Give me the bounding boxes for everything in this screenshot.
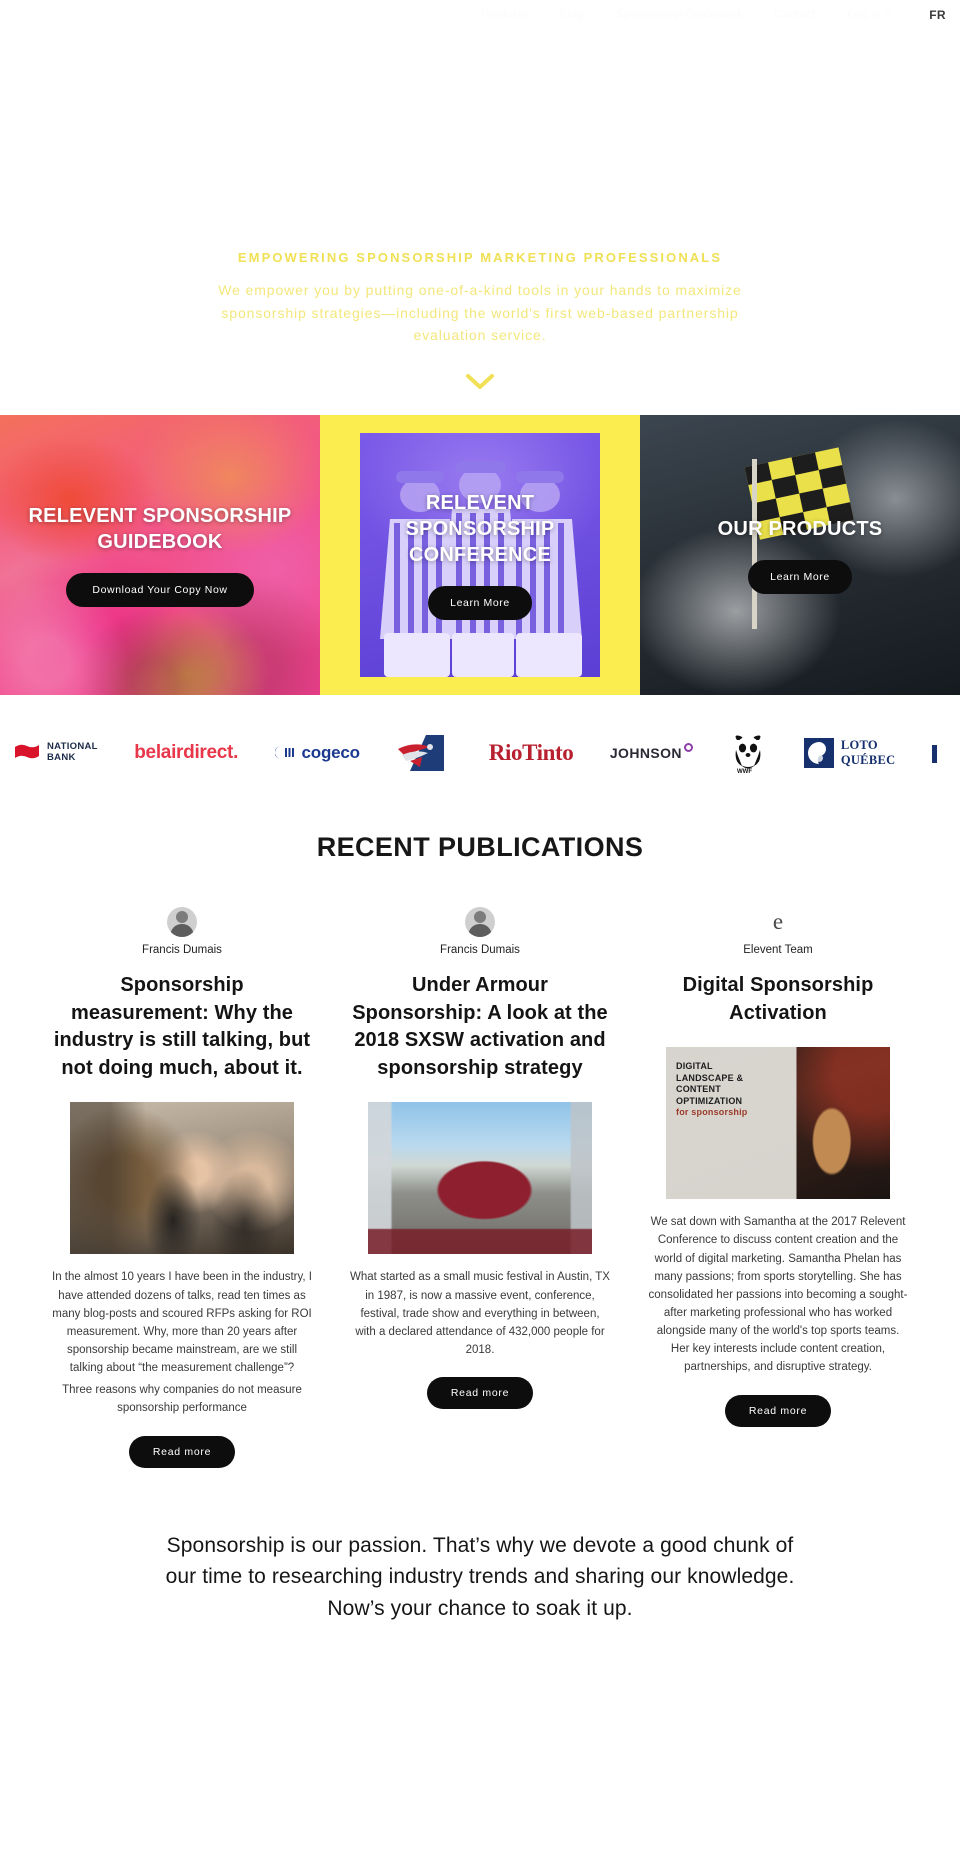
publications-grid: Francis Dumais Sponsorship measurement: … bbox=[0, 907, 960, 1468]
site-header: Products Blog Sponsorship Guidebook Cont… bbox=[0, 0, 960, 30]
caption-line-2: LANDSCAPE & bbox=[676, 1072, 744, 1083]
publication-card: Francis Dumais Sponsorship measurement: … bbox=[33, 907, 331, 1468]
publication-image bbox=[368, 1102, 592, 1255]
publication-title[interactable]: Under Armour Sponsorship: A look at the … bbox=[349, 972, 611, 1082]
tile-our-products[interactable]: OUR PRODUCTS Learn More bbox=[640, 415, 960, 695]
tile-sponsorship-conference[interactable]: RELEVENT SPONSORSHIP CONFERENCE Learn Mo… bbox=[320, 415, 640, 695]
avatar bbox=[464, 907, 495, 937]
author-block: Francis Dumais bbox=[440, 907, 520, 956]
page-title: RECENT PUBLICATIONS bbox=[316, 832, 644, 862]
johnson-circle-icon bbox=[683, 742, 693, 752]
logo-wwf: WWF bbox=[729, 730, 767, 776]
publication-excerpt: What started as a small music festival i… bbox=[350, 1271, 610, 1356]
logo-national-bank: NATIONAL BANK bbox=[14, 730, 98, 776]
logo-johnson: JOHNSON bbox=[610, 730, 693, 776]
publication-excerpt: We sat down with Samantha at the 2017 Re… bbox=[648, 1216, 908, 1374]
logo-national-bank-line1: NATIONAL bbox=[47, 740, 98, 752]
publication-image-caption: DIGITAL LANDSCAPE & CONTENT OPTIMIZATION… bbox=[676, 1061, 794, 1119]
author-block: e Elevent Team bbox=[743, 907, 813, 956]
nav-item-blog[interactable]: Blog bbox=[544, 9, 600, 21]
read-more-button[interactable]: Read more bbox=[724, 1394, 832, 1427]
hero-subtitle: We empower you by putting one-of-a-kind … bbox=[218, 281, 742, 344]
chevron-down-icon bbox=[883, 7, 893, 17]
alouettes-bird-icon bbox=[398, 734, 445, 771]
scroll-down-chevron-icon[interactable] bbox=[465, 373, 495, 391]
cogeco-mark-icon bbox=[274, 746, 294, 759]
primary-nav: Products Blog Sponsorship Guidebook Cont… bbox=[465, 7, 946, 22]
tile-sponsorship-guidebook[interactable]: RELEVENT SPONSORSHIP GUIDEBOOK Download … bbox=[0, 415, 320, 695]
caption-line-1: DIGITAL bbox=[676, 1061, 713, 1072]
tile-conference-frame: RELEVENT SPONSORSHIP CONFERENCE Learn Mo… bbox=[360, 433, 600, 677]
feature-tiles: RELEVENT SPONSORSHIP GUIDEBOOK Download … bbox=[0, 415, 960, 695]
logo-loto-quebec-line2: QUÉBEC bbox=[840, 752, 896, 767]
author-name: Elevent Team bbox=[743, 944, 813, 956]
publication-excerpt-bold: Three reasons why companies do not measu… bbox=[62, 1384, 302, 1415]
publication-excerpt: In the almost 10 years I have been in th… bbox=[52, 1271, 312, 1375]
tile-title-guidebook: RELEVENT SPONSORSHIP GUIDEBOOK bbox=[28, 504, 292, 553]
publication-title[interactable]: Sponsorship measurement: Why the industr… bbox=[51, 972, 313, 1082]
download-copy-button[interactable]: Download Your Copy Now bbox=[66, 572, 254, 608]
logo-cogeco: cogeco bbox=[274, 730, 360, 776]
logo-rio-tinto: RioTinto bbox=[488, 739, 574, 765]
publication-image bbox=[70, 1102, 294, 1255]
caption-accent: for sponsorship bbox=[676, 1107, 748, 1118]
recent-publications-section: RECENT PUBLICATIONS Francis Dumais Spons… bbox=[0, 810, 960, 1468]
caption-line-4: OPTIMIZATION bbox=[676, 1095, 743, 1106]
publication-card: Francis Dumais Under Armour Sponsorship:… bbox=[331, 907, 629, 1410]
client-logo-strip: NATIONAL BANK belairdirect. cogeco RioTi… bbox=[0, 695, 960, 810]
products-learn-more-button[interactable]: Learn More bbox=[748, 559, 852, 595]
logo-national-bank-line2: BANK bbox=[47, 751, 76, 763]
logo-next-partial bbox=[931, 730, 946, 776]
nav-item-products[interactable]: Products bbox=[465, 9, 544, 21]
hero-eyebrow: EMPOWERING SPONSORSHIP MARKETING PROFESS… bbox=[237, 249, 723, 265]
logo-loto-quebec-line1: LOTO bbox=[840, 738, 878, 753]
author-name: Francis Dumais bbox=[142, 944, 222, 956]
publication-card: e Elevent Team Digital Sponsorship Activ… bbox=[629, 907, 927, 1427]
tile-title-products: OUR PRODUCTS bbox=[717, 517, 883, 540]
conference-learn-more-button[interactable]: Learn More bbox=[428, 585, 532, 621]
logo-belairdirect: belairdirect. bbox=[134, 741, 239, 763]
read-more-button[interactable]: Read more bbox=[128, 1435, 236, 1468]
nav-item-sponsorship-guidebook[interactable]: Sponsorship Guidebook bbox=[600, 9, 759, 21]
nav-item-contact[interactable]: Contact bbox=[759, 9, 832, 21]
author-name: Francis Dumais bbox=[440, 944, 520, 956]
author-block: Francis Dumais bbox=[142, 907, 222, 956]
closing-statement: Sponsorship is our passion. That’s why w… bbox=[165, 1533, 795, 1620]
nav-item-login[interactable]: Log in bbox=[832, 7, 908, 21]
logo-montreal-alouettes bbox=[396, 730, 452, 776]
logo-loto-quebec: LOTO QUÉBEC bbox=[803, 730, 896, 776]
wwf-panda-icon: WWF bbox=[735, 735, 761, 774]
tile-title-conference: RELEVENT SPONSORSHIP CONFERENCE bbox=[405, 491, 555, 566]
avatar bbox=[166, 907, 197, 937]
caption-line-3: CONTENT bbox=[676, 1084, 721, 1095]
loto-quebec-mark-icon bbox=[803, 737, 834, 768]
read-more-button[interactable]: Read more bbox=[426, 1377, 534, 1410]
hero-section: EMPOWERING SPONSORSHIP MARKETING PROFESS… bbox=[0, 30, 960, 415]
publication-title[interactable]: Digital Sponsorship Activation bbox=[647, 972, 909, 1027]
avatar: e bbox=[763, 907, 793, 937]
publication-image: DIGITAL LANDSCAPE & CONTENT OPTIMIZATION… bbox=[666, 1047, 890, 1200]
svg-text:WWF: WWF bbox=[737, 769, 752, 774]
nav-item-login-label: Log in bbox=[847, 9, 881, 21]
national-bank-flag-icon bbox=[15, 744, 39, 758]
closing-statement-section: Sponsorship is our passion. That’s why w… bbox=[0, 1468, 960, 1625]
language-switch-fr[interactable]: FR bbox=[907, 8, 946, 22]
